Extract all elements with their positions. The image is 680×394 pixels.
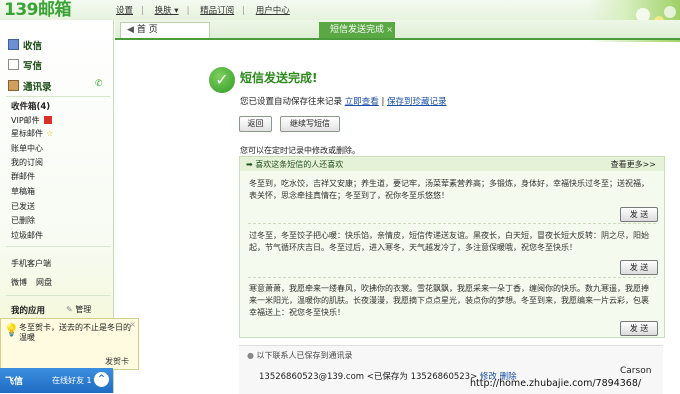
settings-link[interactable]: 设置 [116,6,133,16]
save-favorite-link[interactable]: 保存到珍藏记录 [387,97,447,107]
tab-home[interactable]: ◀ 首 页 [120,22,210,38]
expand-up-icon[interactable]: ^ [94,372,109,387]
main-content: ✓ 短信发送完成! 您已设置自动保存往来记录 立即查看 | 保存到珍藏记录 返回… [115,40,680,394]
top-nav: 设置 | 换肤 ▾ | 精品订阅 | 用户中心 [116,6,290,16]
sidebar-item-starred[interactable]: 星标邮件 ☆ [11,128,53,139]
wrench-icon: ✎ [66,305,73,314]
contacts-label: 通讯录 [23,82,52,93]
tab-home-label: 首 页 [136,25,158,35]
star-icon: ☆ [46,129,54,138]
send-button-2[interactable]: 发 送 [620,260,658,275]
sidebar-item-inbox-folder[interactable]: 收件箱(4) [11,100,50,112]
page-title: 短信发送完成! [240,71,318,85]
inbox-label: 收信 [23,41,43,52]
greeting-text-2: 过冬至，冬至饺子把心暖：快乐馅，亲情皮，短信传递送友谊。黑夜长，白天短，冒夜长短… [249,231,649,252]
sidebar-item-deleted[interactable]: 已删除 [11,215,35,226]
home-icon: ◀ [127,25,134,35]
feixin-label: 飞信 [5,377,24,387]
app-logo[interactable]: 139邮箱 [4,0,72,20]
inbox-icon [8,39,19,50]
subscription-link[interactable]: 精品订阅 [200,6,234,16]
carson-label: Carson [620,366,652,376]
continue-sms-button[interactable]: 继续写短信 [280,116,340,132]
sidebar-item-contacts[interactable]: 通讯录 ✆ [8,79,103,93]
sidebar-item-apps[interactable]: 我的应用 [11,304,45,316]
sidebar-item-spam[interactable]: 垃圾邮件 [11,230,43,241]
view-more-link[interactable]: 查看更多>> [611,159,656,170]
bullet-icon: ● [247,351,254,360]
recommend-header: ➡ 喜欢这条短信的人还喜欢 查看更多>> [240,157,664,171]
sidebar-item-subscriptions[interactable]: 我的订阅 [11,157,43,168]
save-info: 您已设置自动保存往来记录 立即查看 | 保存到珍藏记录 [240,97,447,107]
contacts-icon [8,80,19,91]
top-bar: 139邮箱 设置 | 换肤 ▾ | 精品订阅 | 用户中心 [0,0,680,42]
send-button-1[interactable]: 发 送 [620,207,658,222]
sidebar-item-weibo[interactable]: 微博 [11,277,27,288]
recommend-panel: ➡ 喜欢这条短信的人还喜欢 查看更多>> 冬至到，吃水饺，吉祥又安康；养生道，要… [239,156,665,338]
sidebar-item-bills[interactable]: 账单中心 [11,143,43,154]
tab-sms-sent[interactable]: 短信发送完成 × [319,22,395,38]
feixin-online-friends: 在线好友 1 [52,376,92,385]
compose-icon [8,59,19,70]
edit-hint: 您可以在定时记录中修改或删除。 [240,146,360,155]
contact-address: 13526860523@139.com <已保存为 13526860523> [259,372,478,382]
phone-icon[interactable]: ✆ [95,79,103,89]
tab-sms-label: 短信发送完成 [329,25,384,35]
sidebar-manage[interactable]: ✎ 管理 [66,304,91,315]
sidebar-item-netdisk[interactable]: 网盘 [36,277,52,288]
greeting-text-1: 冬至到，吃水饺，吉祥又安康；养生道，要记牢，汤菜荤素营养高；多锻炼，身体好，幸福… [249,179,649,200]
sidebar-item-compose[interactable]: 写信 [8,58,42,72]
sidebar-item-mobile-client[interactable]: 手机客户端 [11,258,51,269]
saved-contacts-header: ● 以下联系人已保存到通讯录 [247,351,353,360]
sidebar-item-inbox[interactable]: 收信 [8,38,42,52]
recommend-title: ➡ 喜欢这条短信的人还喜欢 [246,160,344,169]
compose-label: 写信 [23,61,43,72]
back-button[interactable]: 返回 [239,116,272,132]
view-now-link[interactable]: 立即查看 [345,97,379,107]
arrow-right-icon: ➡ [246,160,253,169]
sidebar-item-drafts[interactable]: 草稿箱 [11,186,35,197]
tab-close-icon[interactable]: × [386,22,393,38]
sidebar-item-vip[interactable]: VIP邮件 [11,115,52,126]
greeting-text-3: 寒意萧萧，我愿牵来一缕春风，吹拂你的衣裳。雪花飘飘，我愿采来一朵丁香，缠阅你的快… [249,284,649,317]
user-center-link[interactable]: 用户中心 [256,6,290,16]
sidebar-item-sent[interactable]: 已发送 [11,201,35,212]
sidebar-item-group-mail[interactable]: 群邮件 [11,171,35,182]
feixin-bar[interactable]: 飞信 在线好友 1 ^ [0,368,113,393]
send-button-3[interactable]: 发 送 [620,321,658,336]
vip-badge-icon [43,116,52,124]
tab-bar: ◀ 首 页 短信发送完成 × [115,20,680,40]
skin-link[interactable]: 换肤 ▾ [155,6,179,16]
success-check-icon: ✓ [209,67,235,93]
watermark-url: http://home.zhubajie.com/7894368/ [470,378,642,389]
lightbulb-icon: 💡 [4,323,19,337]
